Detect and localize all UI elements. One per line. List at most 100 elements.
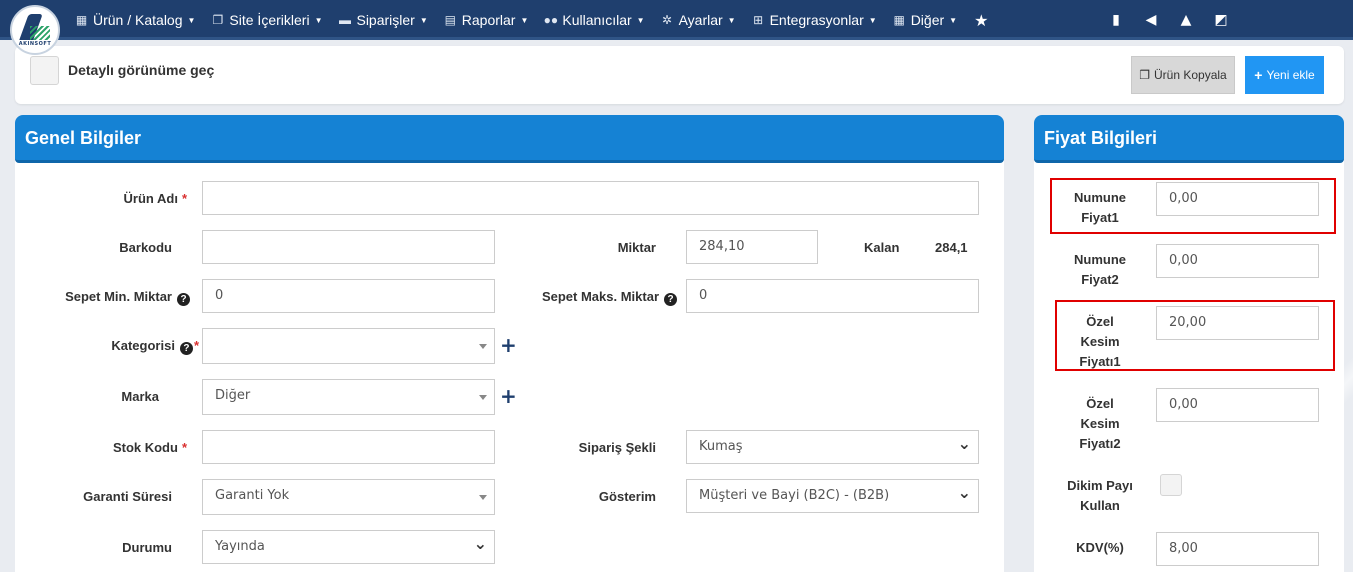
general-info-title: Genel Bilgiler [15,115,1004,163]
external-link-icon[interactable]: ◩ [1213,12,1229,28]
label-line: Fiyatı1 [1079,354,1121,369]
star-icon[interactable]: ★ [974,11,988,30]
copy-icon: ❐ [1139,68,1151,82]
price-info-title: Fiyat Bilgileri [1034,115,1344,163]
category-select[interactable] [202,328,495,364]
nav-label: Site İçerikleri [229,12,310,28]
sample-price2-label: Numune Fiyat2 [1054,250,1146,290]
label-line: Fiyat2 [1081,272,1119,287]
label-line: Özel [1086,396,1114,411]
required-marker: * [181,440,187,455]
megaphone-icon[interactable]: ◀ [1143,12,1159,28]
users-icon: ●● [543,13,559,27]
display-label: Gösterim [598,489,656,504]
label-text: Kategorisi [111,338,175,353]
nav-label: Siparişler [356,12,415,28]
nav-item-orders[interactable]: ▬ Siparişler ▼ [337,12,428,28]
stock-code-input[interactable] [202,430,495,464]
question-circle-icon[interactable]: ? [177,293,190,306]
nav-item-settings[interactable]: ✲ Ayarlar ▼ [660,12,736,28]
logo-mark [20,14,50,40]
question-circle-icon[interactable]: ? [179,342,193,355]
vat-label: KDV(%) [1076,540,1124,555]
nav-label: Entegrasyonlar [769,12,864,28]
caret-down-icon: ▼ [949,15,958,25]
top-navbar: ▦ Ürün / Katalog ▼ ❐ Site İçerikleri ▼ ▬ Sipa… [0,0,1353,40]
cut-price2-input[interactable]: 0,00 [1156,388,1319,422]
general-info-panel: Genel Bilgiler Ürün Adı * Barkodu Miktar … [15,115,1004,572]
brand-logo[interactable]: AKINSOFT [10,5,60,55]
label-line: Dikim Payı [1067,478,1133,493]
add-category-icon[interactable]: + [500,333,517,357]
nav-item-integrations[interactable]: ⊞ Entegrasyonlar ▼ [751,12,877,28]
nav-item-product-catalog[interactable]: ▦ Ürün / Katalog ▼ [74,12,196,28]
label-line: Fiyatı2 [1079,436,1121,451]
caret-down-icon: ▼ [520,15,529,25]
vat-input[interactable]: 8,00 [1156,532,1319,566]
order-type-select[interactable]: Kumaş [686,430,979,464]
copy-product-button[interactable]: ❐ Ürün Kopyala [1131,56,1235,94]
quantity-input[interactable]: 284,10 [686,230,818,264]
order-type-label: Sipariş Şekli [578,440,656,455]
cut-price2-label: Özel Kesim Fiyatı2 [1054,394,1146,454]
barcode-input[interactable] [202,230,495,264]
label-text: Ürün Adı [123,191,178,206]
caret-down-icon: ▼ [868,15,877,25]
label-line: Kesim [1080,334,1120,349]
files-icon: ❐ [212,13,224,27]
warning-icon[interactable]: ▲ [1178,12,1194,28]
category-label: Kategorisi? * [111,338,199,355]
caret-down-icon: ▼ [187,15,196,25]
plus-icon: + [1254,67,1263,83]
label-line: Kullan [1080,498,1120,513]
caret-down-icon: ▼ [314,15,323,25]
status-label: Durumu [122,540,172,555]
display-select[interactable]: Müşteri ve Bayi (B2C) - (B2B) [686,479,979,513]
barcode-label: Barkodu [119,240,172,255]
product-name-input[interactable] [202,181,979,215]
add-new-label: Yeni ekle [1266,68,1315,82]
product-name-label: Ürün Adı * [124,191,187,206]
nav-item-users[interactable]: ●● Kullanıcılar ▼ [543,12,645,28]
nav-label: Raporlar [461,12,516,28]
nav-label: Diğer [910,12,945,28]
cart-max-label: Sepet Maks. Miktar? [542,289,677,306]
question-circle-icon[interactable]: ? [664,293,677,306]
nav-item-reports[interactable]: ▤ Raporlar ▼ [443,12,529,28]
caret-down-icon: ▼ [727,15,736,25]
sample-price1-input[interactable]: 0,00 [1156,182,1319,216]
nav-label: Kullanıcılar [562,12,632,28]
truck-icon: ▬ [338,13,351,27]
status-select[interactable]: Yayında [202,530,495,564]
caret-down-icon: ▼ [419,15,428,25]
action-toolbar: Detaylı görünüme geç ❐ Ürün Kopyala + Yeni… [15,46,1344,104]
label-line: Özel [1086,314,1114,329]
seam-allowance-checkbox[interactable] [1160,474,1182,496]
detail-view-checkbox[interactable] [30,56,59,85]
label-line: Kesim [1080,416,1120,431]
cut-price1-input[interactable]: 20,00 [1156,306,1319,340]
logo-text: AKINSOFT [18,40,52,47]
book-icon[interactable]: ▮ [1108,12,1124,28]
nav-item-other[interactable]: ▦ Diğer ▼ [892,12,958,28]
brand-select[interactable]: Diğer [202,379,495,415]
label-text: Stok Kodu [112,440,178,455]
cut-price1-label: Özel Kesim Fiyatı1 [1054,312,1146,372]
caret-down-icon: ▼ [636,15,645,25]
seam-allowance-label: Dikim Payı Kullan [1054,476,1146,516]
add-new-button[interactable]: + Yeni ekle [1245,56,1324,94]
cart-min-input[interactable]: 0 [202,279,495,313]
nav-item-site-contents[interactable]: ❐ Site İçerikleri ▼ [210,12,323,28]
main-menu: ▦ Ürün / Katalog ▼ ❐ Site İçerikleri ▼ ▬ Sipa… [74,0,989,40]
brand-label: Marka [121,389,159,404]
sitemap-icon: ⊞ [753,13,764,27]
warranty-select[interactable]: Garanti Yok [202,479,495,515]
copy-product-label: Ürün Kopyala [1154,68,1227,82]
sample-price2-input[interactable]: 0,00 [1156,244,1319,278]
label-line: Numune [1074,252,1126,267]
detail-view-label: Detaylı görünüme geç [68,62,215,78]
cart-min-label: Sepet Min. Miktar? [65,289,190,306]
add-brand-icon[interactable]: + [500,384,517,408]
cart-max-input[interactable]: 0 [686,279,979,313]
cogs-icon: ✲ [662,13,673,27]
